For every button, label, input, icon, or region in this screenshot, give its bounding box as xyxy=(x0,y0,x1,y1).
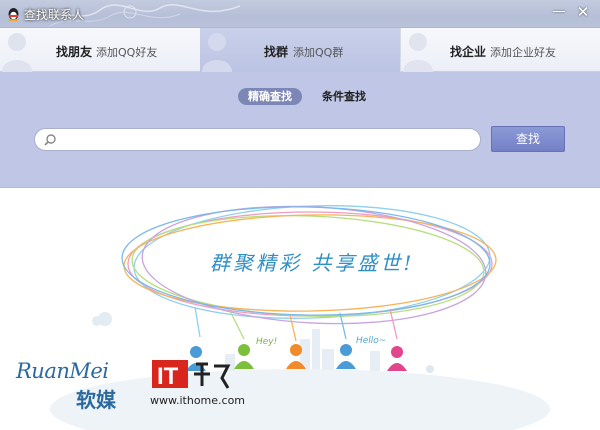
svg-text:IT: IT xyxy=(157,363,179,390)
search-icon xyxy=(44,134,56,146)
ithome-logo: IT xyxy=(152,360,231,390)
person-silhouette-icon xyxy=(202,33,232,72)
tab-subtitle: 添加企业好友 xyxy=(490,46,556,59)
greeting-label: Hello~ xyxy=(356,336,387,346)
search-category-tabs: 找朋友 添加QQ好友 找群 添加QQ群 找企业 添加企业好友 xyxy=(0,28,600,72)
tab-subtitle: 添加QQ群 xyxy=(293,46,344,59)
ruanmei-logo-cn: 软媒 xyxy=(76,388,116,412)
tab-title: 找朋友 xyxy=(56,45,93,59)
slogan-text: 群聚精彩 共享盛世! xyxy=(210,251,415,275)
tab-title: 找群 xyxy=(264,45,289,59)
tab-title: 找企业 xyxy=(450,45,487,59)
close-button[interactable]: ✕ xyxy=(572,2,594,22)
tab-subtitle: 添加QQ好友 xyxy=(96,46,158,59)
mode-exact-search[interactable]: 精确查找 xyxy=(238,88,302,105)
tab-find-companies[interactable]: 找企业 添加企业好友 xyxy=(400,28,600,72)
person-figure-icon xyxy=(234,344,254,369)
search-input[interactable] xyxy=(34,128,481,151)
tab-find-groups[interactable]: 找群 添加QQ群 xyxy=(200,28,400,72)
window-title: 查找联系人 xyxy=(24,8,85,22)
search-button[interactable]: 查找 xyxy=(491,126,565,152)
person-figure-icon xyxy=(387,346,407,371)
greeting-label: Hey! xyxy=(256,337,278,347)
qq-penguin-icon xyxy=(8,8,19,21)
person-silhouette-icon xyxy=(403,33,433,72)
minimize-button[interactable]: — xyxy=(548,2,570,22)
mode-conditional-search[interactable]: 条件查找 xyxy=(312,88,376,105)
person-figure-icon xyxy=(336,344,356,369)
person-silhouette-icon xyxy=(2,33,32,72)
ruanmei-logo: RuanMei xyxy=(16,359,109,383)
tab-find-friends[interactable]: 找朋友 添加QQ好友 xyxy=(0,28,200,72)
search-panel: 精确查找 条件查找 查找 xyxy=(0,72,600,188)
title-bar: 查找联系人 — ✕ xyxy=(0,0,600,28)
ithome-url: www.ithome.com xyxy=(150,394,246,407)
